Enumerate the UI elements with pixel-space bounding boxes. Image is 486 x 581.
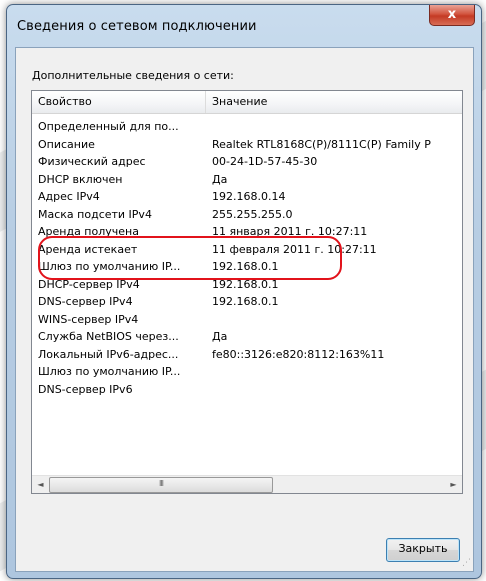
- row-property: Физический адрес: [38, 155, 146, 168]
- row-value: 00-24-1D-57-45-30: [212, 155, 318, 168]
- table-row[interactable]: Адрес IPv4 192.168.0.14: [32, 188, 462, 206]
- row-property: WINS-сервер IPv4: [38, 312, 139, 326]
- scroll-left-arrow-icon[interactable]: ◄: [32, 476, 49, 493]
- row-property: DNS-сервер IPv6: [38, 382, 133, 396]
- table-row[interactable]: DNS-сервер IPv6: [32, 381, 462, 399]
- row-value: 255.255.255.0: [212, 207, 293, 221]
- table-row[interactable]: DHCP включен Да: [32, 171, 462, 189]
- row-property: DNS-сервер IPv4: [38, 295, 133, 308]
- table-row[interactable]: Аренда получена 11 января 2011 г. 10:27:1…: [32, 223, 462, 241]
- row-property: Шлюз по умолчанию IP...: [38, 260, 181, 273]
- row-value: Realtek RTL8168C(P)/8111C(P) Family P: [212, 137, 431, 151]
- scrollbar-grip-icon: III: [158, 479, 164, 488]
- section-label: Дополнительные сведения о сети:: [32, 69, 234, 82]
- table-row[interactable]: Служба NetBIOS через... Да: [32, 328, 462, 346]
- window-close-button[interactable]: x: [429, 5, 475, 26]
- row-property: Шлюз по умолчанию IP...: [38, 365, 181, 378]
- table-row[interactable]: Физический адрес 00-24-1D-57-45-30: [32, 153, 462, 171]
- scroll-right-arrow-icon[interactable]: ►: [445, 476, 462, 493]
- row-property: Определенный для по...: [38, 120, 179, 133]
- row-value: 192.168.0.1: [212, 277, 279, 291]
- row-property: Описание: [38, 137, 95, 151]
- column-header-property[interactable]: Свойство: [32, 91, 206, 113]
- row-property: Аренда истекает: [38, 242, 138, 256]
- row-property: DHCP-сервер IPv4: [38, 277, 140, 291]
- row-property: Локальный IPv6-адрес...: [38, 347, 179, 361]
- listview-header: Свойство Значение: [32, 91, 462, 114]
- row-value: 11 февраля 2011 г. 10:27:11: [212, 242, 377, 256]
- window-title: Сведения о сетевом подключении: [17, 19, 257, 34]
- horizontal-scrollbar[interactable]: ◄ III ►: [32, 475, 462, 493]
- table-row[interactable]: Аренда истекает 11 февраля 2011 г. 10:27:…: [32, 241, 462, 259]
- table-row[interactable]: Определенный для по...: [32, 118, 462, 136]
- listview-rows: Определенный для по... Описание Realtek RT…: [32, 118, 462, 398]
- row-property: DHCP включен: [38, 172, 123, 186]
- table-row[interactable]: Шлюз по умолчанию IP... 192.168.0.1: [32, 258, 462, 276]
- column-header-value[interactable]: Значение: [206, 91, 462, 113]
- row-value: Да: [212, 172, 228, 186]
- row-property: Маска подсети IPv4: [38, 207, 152, 221]
- row-value: 192.168.0.1: [212, 295, 279, 308]
- row-property: Аренда получена: [38, 225, 139, 238]
- table-row[interactable]: WINS-сервер IPv4: [32, 311, 462, 329]
- dialog-client-area: Дополнительные сведения о сети: Свойство…: [15, 47, 474, 572]
- table-row[interactable]: Локальный IPv6-адрес... fe80::3126:e820:8…: [32, 346, 462, 364]
- table-row[interactable]: DHCP-сервер IPv4 192.168.0.1: [32, 276, 462, 294]
- row-value: Да: [212, 330, 228, 343]
- row-value: 192.168.0.14: [212, 190, 286, 203]
- resize-grip-icon[interactable]: ⋰: [459, 557, 471, 569]
- close-icon: x: [447, 7, 457, 22]
- scrollbar-thumb[interactable]: III: [49, 477, 273, 493]
- row-value: fe80::3126:e820:8112:163%11: [212, 347, 385, 361]
- dialog-window: Сведения о сетевом подключении x Дополни…: [6, 4, 482, 579]
- row-value: 192.168.0.1: [212, 260, 279, 273]
- row-property: Служба NetBIOS через...: [38, 330, 179, 343]
- table-row[interactable]: DNS-сервер IPv4 192.168.0.1: [32, 293, 462, 311]
- table-row[interactable]: Шлюз по умолчанию IP...: [32, 363, 462, 381]
- table-row[interactable]: Описание Realtek RTL8168C(P)/8111C(P) Fam…: [32, 136, 462, 154]
- row-value: 11 января 2011 г. 10:27:11: [212, 225, 368, 238]
- table-row[interactable]: Маска подсети IPv4 255.255.255.0: [32, 206, 462, 224]
- properties-listview[interactable]: Свойство Значение Определенный для по...…: [31, 90, 463, 494]
- close-button[interactable]: Закрыть: [386, 538, 460, 562]
- row-property: Адрес IPv4: [38, 190, 100, 203]
